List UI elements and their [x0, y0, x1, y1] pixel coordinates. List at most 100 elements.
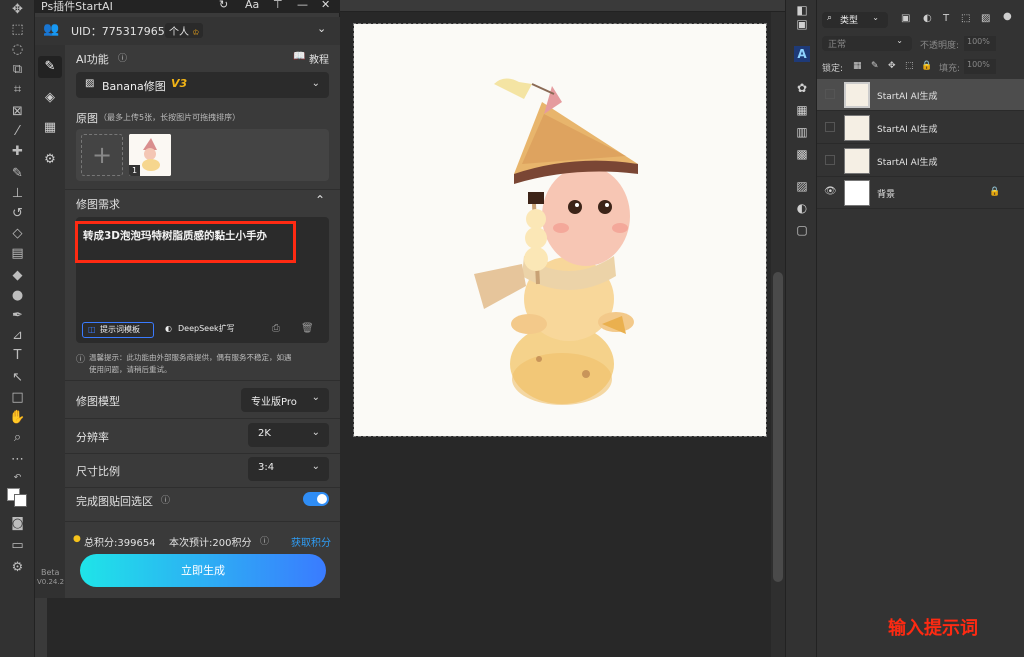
settings-gear-icon[interactable]: ⚙: [42, 152, 58, 168]
refresh-icon[interactable]: ↻: [219, 0, 228, 11]
filter-shape-icon[interactable]: ⬚: [961, 13, 970, 24]
lock-position-icon[interactable]: ✥: [888, 61, 896, 71]
pin-icon[interactable]: ⊤: [273, 0, 283, 11]
lock-transparency-icon[interactable]: ▦: [853, 61, 862, 71]
visibility-checkbox[interactable]: [825, 122, 835, 132]
stamp-tool-icon[interactable]: ⊥: [8, 186, 27, 202]
toggle-knob: [317, 494, 327, 504]
history-icon[interactable]: ⎙: [272, 323, 280, 334]
minimize-icon[interactable]: —: [297, 0, 308, 11]
patterns-icon[interactable]: ▩: [794, 146, 810, 162]
info-icon[interactable]: ⓘ: [161, 493, 170, 506]
path-select-tool-icon[interactable]: ↖: [8, 370, 27, 386]
zoom-tool-icon[interactable]: ⌕: [8, 430, 27, 446]
startai-logo-icon[interactable]: A: [794, 46, 810, 62]
grid-icon[interactable]: ▦: [794, 102, 810, 118]
uploaded-image-thumb[interactable]: 1: [129, 134, 171, 176]
paste-back-toggle[interactable]: [303, 492, 329, 506]
pen-tool-icon[interactable]: ✒: [8, 308, 27, 324]
clipboard-icon[interactable]: ▦: [42, 120, 58, 136]
prompt-textarea[interactable]: 转成3D泡泡玛特树脂质感的黏土小手办: [83, 228, 293, 243]
type-tool-icon[interactable]: T: [8, 348, 27, 364]
ratio-select[interactable]: 3:4 ⌄: [248, 457, 329, 481]
lock-pixels-icon[interactable]: ✎: [871, 61, 879, 71]
gradient-tool-icon[interactable]: ▤: [8, 246, 27, 262]
book-icon[interactable]: 📖: [293, 51, 305, 62]
fill-input[interactable]: 100%: [964, 59, 996, 74]
move-tool-icon[interactable]: ✥: [8, 2, 27, 18]
hand-tool-icon[interactable]: ✋: [8, 410, 27, 426]
gradient-panel-icon[interactable]: ▥: [794, 124, 810, 140]
canvas-scrollbar[interactable]: [771, 12, 785, 657]
trash-icon[interactable]: 🗑: [301, 323, 314, 334]
background-color[interactable]: [14, 494, 27, 507]
add-image-button[interactable]: +: [81, 134, 123, 176]
account-type[interactable]: 个人 ♔: [165, 23, 204, 38]
comments-icon[interactable]: ▣: [794, 16, 810, 32]
layer-row[interactable]: StartAI AI生成: [817, 145, 1024, 177]
resolution-select[interactable]: 2K ⌄: [248, 423, 329, 447]
more-tools-icon[interactable]: ⋯: [8, 452, 27, 468]
opacity-input[interactable]: 100%: [964, 36, 996, 51]
layer-thumbnail: [844, 82, 870, 108]
layer-row[interactable]: 👁 背景 🔒: [817, 177, 1024, 209]
generate-button[interactable]: 立即生成: [80, 554, 326, 587]
adjustments-icon[interactable]: ✿: [794, 80, 810, 96]
healing-brush-icon[interactable]: ✚: [8, 144, 27, 160]
search-icon: ⌕: [827, 13, 833, 23]
dodge-tool-icon[interactable]: ●: [8, 288, 27, 304]
eyedropper-tool-icon[interactable]: ⁄: [8, 124, 27, 140]
function-name: Banana修图: [102, 80, 166, 93]
chevron-up-icon[interactable]: ⌃: [315, 193, 325, 207]
crop-tool-icon[interactable]: ⌗: [8, 82, 27, 98]
history-brush-icon[interactable]: ↺: [8, 206, 27, 222]
swap-colors-icon[interactable]: ↶: [8, 470, 27, 486]
paths-icon[interactable]: ▢: [794, 222, 810, 238]
filter-adjust-icon[interactable]: ◐: [923, 13, 932, 24]
deepseek-button[interactable]: ◐ DeepSeek扩写: [163, 322, 247, 338]
document-canvas[interactable]: [353, 23, 767, 437]
filter-toggle-icon[interactable]: ●: [1003, 11, 1012, 22]
filter-smart-icon[interactable]: ▨: [981, 13, 990, 24]
collapse-chevron-icon[interactable]: ⌄: [317, 22, 326, 35]
info-icon[interactable]: ⓘ: [118, 51, 127, 64]
lasso-tool-icon[interactable]: ◌: [8, 42, 27, 58]
scroll-thumb[interactable]: [773, 272, 783, 582]
font-size-icon[interactable]: Aa: [245, 0, 259, 11]
brush-tool-icon[interactable]: ✎: [8, 166, 27, 182]
visibility-checkbox[interactable]: [825, 89, 835, 99]
pen-anchor-icon[interactable]: ⊿: [8, 328, 27, 344]
blend-mode-select[interactable]: 正常 ⌄: [822, 36, 912, 51]
prompt-template-button[interactable]: ◫ 提示词模板: [82, 322, 154, 338]
filter-type-icon[interactable]: T: [943, 13, 949, 24]
visibility-checkbox[interactable]: [825, 155, 835, 165]
ai-function-select[interactable]: ▨ Banana修图 V3 ⌄: [76, 72, 329, 98]
blur-tool-icon[interactable]: ◆: [8, 268, 27, 284]
layer-row[interactable]: StartAI AI生成: [817, 79, 1024, 111]
image-panel-icon[interactable]: ▨: [794, 178, 810, 194]
layer-filter-select[interactable]: ⌕ 类型 ⌄: [822, 12, 888, 28]
eraser-tool-icon[interactable]: ◇: [8, 226, 27, 242]
function-version: V3: [171, 77, 188, 90]
model-select[interactable]: 专业版Pro ⌄: [241, 388, 329, 412]
channels-icon[interactable]: ◐: [794, 200, 810, 216]
tutorial-link[interactable]: 教程: [309, 51, 329, 66]
screen-mode-icon[interactable]: ▭: [8, 538, 27, 554]
layer-row[interactable]: StartAI AI生成: [817, 112, 1024, 144]
edit-icon[interactable]: ✎: [38, 56, 62, 78]
marquee-tool-icon[interactable]: ⬚: [8, 22, 27, 38]
filter-pixel-icon[interactable]: ▣: [901, 13, 910, 24]
layers-stack-icon[interactable]: ◈: [42, 90, 58, 106]
frame-tool-icon[interactable]: ⊠: [8, 104, 27, 120]
rectangle-tool-icon[interactable]: □: [8, 390, 27, 406]
object-select-tool-icon[interactable]: ⧉: [8, 62, 27, 78]
info-icon[interactable]: ⓘ: [260, 534, 269, 547]
get-points-link[interactable]: 获取积分: [291, 534, 331, 549]
quick-mask-icon[interactable]: ◙: [8, 516, 27, 532]
plugin-icon[interactable]: ⚙: [8, 560, 27, 576]
eye-icon[interactable]: 👁: [824, 186, 837, 198]
lock-artboard-icon[interactable]: ⬚: [905, 61, 914, 71]
original-hint: （最多上传5张，长按图片可拖拽排序）: [99, 113, 241, 122]
lock-all-icon[interactable]: 🔒: [921, 61, 932, 71]
close-icon[interactable]: ✕: [321, 0, 330, 11]
